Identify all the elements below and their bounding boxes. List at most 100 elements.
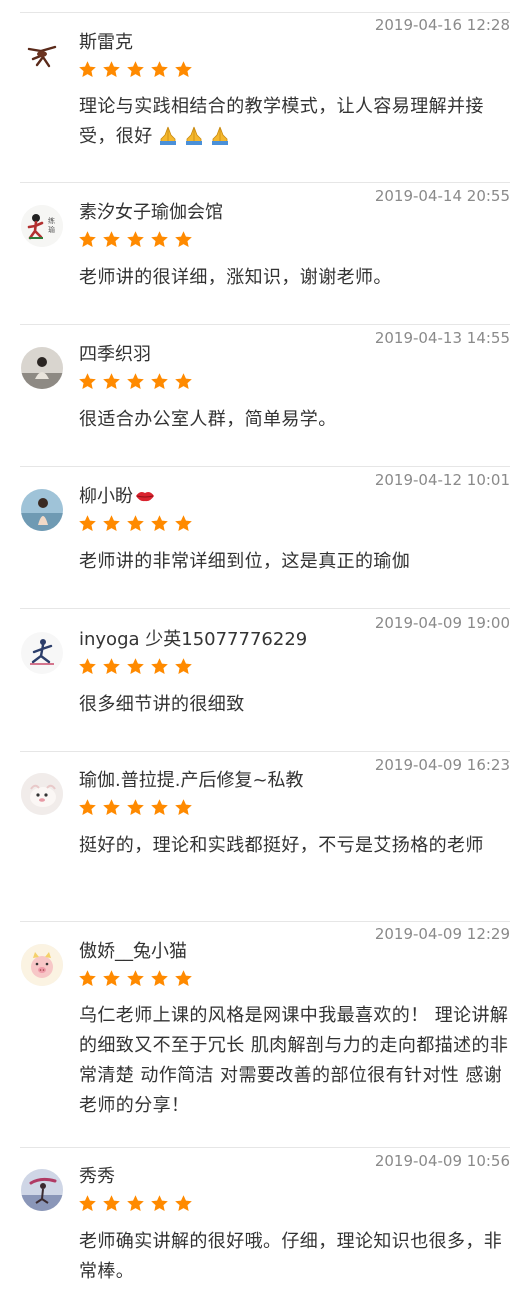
star-icon [127,515,144,532]
review-timestamp: 2019-04-14 20:55 [374,187,510,205]
star-icon [103,373,120,390]
review-timestamp: 2019-04-12 10:01 [374,471,510,489]
star-icon [127,1195,144,1212]
user-avatar[interactable] [21,35,63,77]
review-timestamp: 2019-04-09 10:56 [374,1152,510,1170]
star-rating [78,60,193,80]
star-icon [175,515,192,532]
svg-text:练: 练 [48,216,55,225]
star-icon [79,799,96,816]
star-icon [79,61,96,78]
star-icon [175,1195,192,1212]
review-item: 2019-04-12 10:01 柳小盼 老师讲的非常详细到位，这是真正的瑜伽 [0,466,530,608]
review-content: 理论与实践相结合的教学模式，让人容易理解并接受，很好 [79,92,509,152]
star-icon [103,61,120,78]
review-content: 老师讲的很详细，涨知识，谢谢老师。 [79,267,392,288]
star-rating [78,657,193,677]
review-username[interactable]: 秀秀 [79,1166,115,1188]
review-username[interactable]: 斯雷克 [79,32,133,54]
star-rating [78,372,193,392]
star-icon [127,373,144,390]
divider [20,466,510,467]
star-icon [175,61,192,78]
divider [20,12,510,13]
star-icon [127,61,144,78]
divider [20,182,510,183]
user-avatar[interactable] [21,944,63,986]
divider [20,608,510,609]
divider [20,921,510,922]
review-timestamp: 2019-04-09 16:23 [374,756,510,774]
user-avatar[interactable] [21,632,63,674]
review-item: 2019-04-09 19:00 inyoga 少英15077776229 很多… [0,608,530,751]
star-icon [151,970,168,987]
review-timestamp: 2019-04-09 12:29 [374,925,510,943]
star-icon [103,231,120,248]
star-icon [103,515,120,532]
review-timestamp: 2019-04-09 19:00 [374,614,510,632]
star-icon [103,799,120,816]
star-rating [78,230,193,250]
divider [20,751,510,752]
star-icon [79,515,96,532]
review-content: 老师确实讲解的很好哦。仔细，理论知识也很多，非常棒。 [79,1231,503,1282]
divider [20,324,510,325]
star-icon [103,1195,120,1212]
star-icon [79,970,96,987]
star-icon [151,658,168,675]
user-avatar[interactable]: 练 瑜 [21,205,63,247]
star-icon [151,231,168,248]
user-avatar[interactable] [21,489,63,531]
review-item: 2019-04-13 14:55 四季织羽 很适合办公室人群，简单易学。 [0,324,530,466]
review-username[interactable]: 柳小盼 [79,486,155,508]
star-icon [103,970,120,987]
star-icon [79,1195,96,1212]
star-icon [151,61,168,78]
star-icon [175,970,192,987]
review-timestamp: 2019-04-16 12:28 [374,16,510,34]
review-username[interactable]: 四季织羽 [79,344,151,366]
user-avatar[interactable] [21,1169,63,1211]
review-content: 乌仁老师上课的风格是网课中我最喜欢的！ 理论讲解的细致又不至于冗长 肌肉解剖与力… [79,1005,509,1116]
star-rating [78,514,193,534]
user-avatar[interactable] [21,773,63,815]
review-item: 2019-04-09 10:56 秀秀 老师确实讲解的很好哦。仔细，理论知识也很… [0,1147,530,1303]
svg-text:瑜: 瑜 [48,225,55,234]
review-timestamp: 2019-04-13 14:55 [374,329,510,347]
review-username[interactable]: 瑜伽.普拉提.产后修复~私教 [79,770,304,792]
review-content: 老师讲的非常详细到位，这是真正的瑜伽 [79,551,411,572]
review-item: 2019-04-16 12:28 斯雷克 理论与实践相结合的教学模式，让人容易理… [0,12,530,182]
user-avatar[interactable] [21,347,63,389]
review-item: 2019-04-09 12:29 傲娇__兔小猫 乌仁老师上课的风格是网课中我最… [0,921,530,1147]
star-icon [79,231,96,248]
star-icon [127,231,144,248]
star-icon [175,658,192,675]
star-icon [79,373,96,390]
star-icon [151,515,168,532]
star-icon [127,970,144,987]
divider [20,1147,510,1148]
pray-icon [211,126,228,145]
review-content: 很多细节讲的很细致 [79,694,245,715]
review-content: 挺好的，理论和实践都挺好，不亏是艾扬格的老师 [79,835,484,856]
review-username[interactable]: 傲娇__兔小猫 [79,941,187,963]
star-icon [151,373,168,390]
star-icon [127,658,144,675]
username-text: 柳小盼 [79,486,133,507]
star-rating [78,798,193,818]
star-icon [79,658,96,675]
review-username[interactable]: inyoga 少英15077776229 [79,629,307,651]
star-icon [175,373,192,390]
lips-icon [136,492,154,502]
star-icon [151,799,168,816]
star-icon [127,799,144,816]
review-text: 理论与实践相结合的教学模式，让人容易理解并接受，很好 [79,96,484,147]
review-item: 2019-04-14 20:55 练 瑜 素汐女子瑜伽会馆 老师讲的很详细，涨知… [0,182,530,324]
review-item: 2019-04-09 16:23 瑜伽.普拉提.产后修复~私教 挺好的，理论和实… [0,751,530,921]
pray-icon [185,126,202,145]
review-content: 很适合办公室人群，简单易学。 [79,409,337,430]
star-icon [175,799,192,816]
pray-icon [159,126,176,145]
star-rating [78,969,193,989]
review-username[interactable]: 素汐女子瑜伽会馆 [79,202,223,224]
